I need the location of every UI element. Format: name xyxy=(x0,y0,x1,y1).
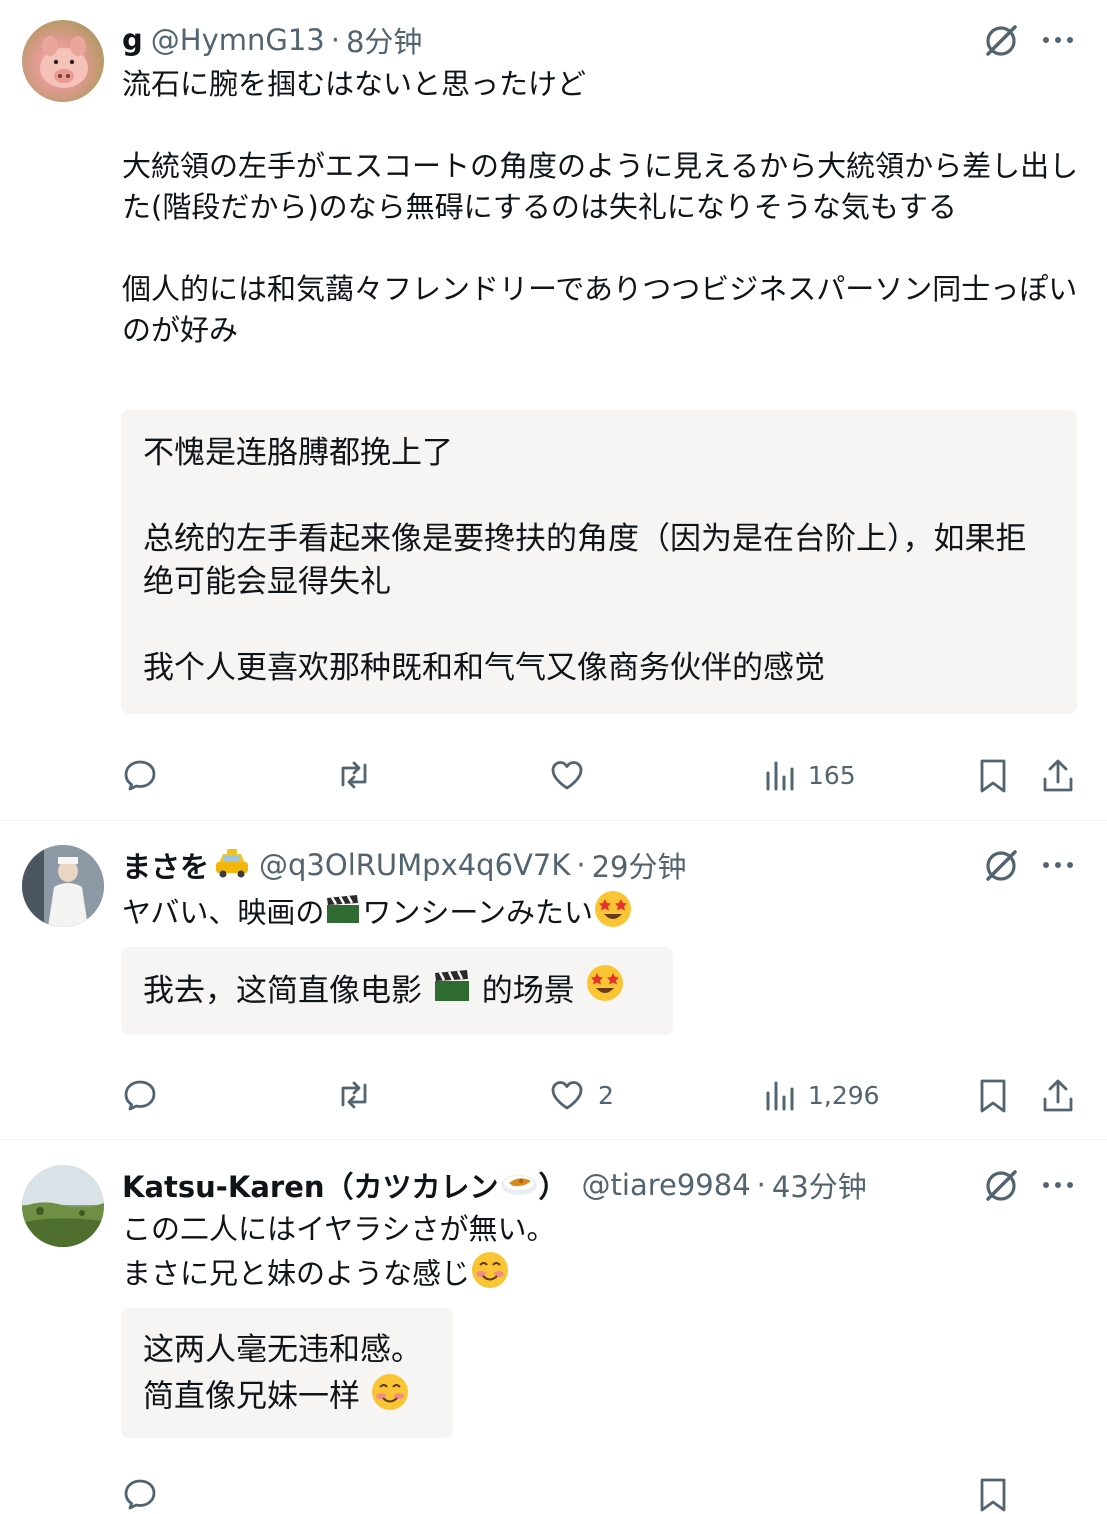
post-text-line-2: まさに兄と妹のような感じ xyxy=(122,1250,1082,1301)
bookmark-button[interactable] xyxy=(976,1476,1010,1514)
post-header: g @HymnG13 · 8分钟 xyxy=(122,20,422,60)
display-name[interactable]: g xyxy=(122,23,143,57)
star-struck-emoji-icon xyxy=(593,889,633,940)
landscape-avatar-image xyxy=(22,1165,104,1247)
like-icon xyxy=(551,761,583,790)
view-count: 165 xyxy=(808,760,856,790)
views-button[interactable]: 1,296 xyxy=(764,1077,880,1113)
user-handle[interactable]: @q3OlRUMpx4q6V7K xyxy=(259,848,570,882)
post-text: ヤバい、映画の ワンシーンみたい xyxy=(122,889,1082,940)
clapper-board-emoji-icon xyxy=(432,949,472,1037)
display-name-end[interactable]: ） xyxy=(539,1164,568,1206)
avatar[interactable] xyxy=(22,845,104,927)
share-icon xyxy=(1043,759,1073,792)
post-text-line: この二人にはイヤラシさが無い。 xyxy=(122,1212,556,1246)
view-count: 1,296 xyxy=(808,1080,880,1110)
clapper-board-emoji-icon xyxy=(324,893,362,936)
bookmark-icon xyxy=(980,1478,1006,1512)
repost-icon xyxy=(341,761,367,789)
display-name[interactable]: Katsu-Karen（カツカレン xyxy=(122,1164,499,1206)
post-header: Katsu-Karen（カツカレン ） @tiare9984 · 43分钟 xyxy=(122,1165,867,1205)
post-3[interactable]: Katsu-Karen（カツカレン ） @tiare9984 · 43分钟 この… xyxy=(0,1140,1107,1512)
translation-box: 我去，这简直像电影 的场景 xyxy=(121,947,673,1035)
share-button[interactable] xyxy=(1040,757,1076,795)
reply-button[interactable] xyxy=(122,1077,158,1113)
reply-icon xyxy=(124,760,156,791)
smiling-face-emoji-icon xyxy=(470,1250,510,1301)
grok-icon[interactable] xyxy=(982,1167,1020,1209)
post-time[interactable]: 29分钟 xyxy=(592,844,687,886)
person-avatar-image xyxy=(22,845,104,927)
post-header: まさを @q3OlRUMpx4q6V7K · 29分钟 xyxy=(122,845,686,885)
star-struck-emoji-icon xyxy=(585,949,625,1037)
post-time[interactable]: 43分钟 xyxy=(772,1164,867,1206)
translation-box: 这两人毫无违和感。 简直像兄妹一样 xyxy=(121,1308,453,1438)
reply-icon xyxy=(124,1080,156,1111)
bookmark-button[interactable] xyxy=(976,1077,1010,1115)
like-button[interactable]: 2 xyxy=(548,1077,614,1113)
like-icon xyxy=(551,1081,583,1110)
views-icon xyxy=(766,1081,794,1111)
repost-button[interactable] xyxy=(334,757,374,793)
translation-text-part: 简直像兄妹一样 xyxy=(143,1378,370,1415)
curry-rice-emoji-icon xyxy=(499,1167,539,1204)
separator-dot: · xyxy=(756,1168,766,1202)
post-text: 流石に腕を掴むはないと思ったけど 大統領の左手がエスコートの角度のように見えるか… xyxy=(122,67,1079,347)
translation-line: 这两人毫无违和感。 xyxy=(143,1332,422,1368)
post-text: この二人にはイヤラシさが無い。 まさに兄と妹のような感じ xyxy=(122,1209,1082,1301)
share-button[interactable] xyxy=(1040,1077,1076,1115)
repost-icon xyxy=(341,1081,367,1109)
views-button[interactable]: 165 xyxy=(764,757,856,793)
separator-dot: · xyxy=(330,23,340,57)
separator-dot: · xyxy=(576,848,586,882)
more-icon[interactable] xyxy=(1040,855,1076,879)
reply-icon xyxy=(124,1479,156,1510)
more-icon[interactable] xyxy=(1040,1175,1076,1199)
display-name[interactable]: まさを xyxy=(122,844,209,886)
translation-text-part: 的场景 xyxy=(471,973,585,1009)
user-handle[interactable]: @tiare9984 xyxy=(582,1168,751,1202)
post-time[interactable]: 8分钟 xyxy=(346,19,422,61)
bookmark-button[interactable] xyxy=(976,757,1010,795)
share-icon xyxy=(1043,1079,1073,1112)
reply-button[interactable] xyxy=(122,1476,158,1512)
avatar[interactable] xyxy=(22,1165,104,1247)
post-text-part: ヤバい、映画の xyxy=(122,895,325,930)
smiling-face-emoji-icon xyxy=(370,1372,410,1424)
more-icon[interactable] xyxy=(1040,30,1076,54)
like-count: 2 xyxy=(598,1080,614,1110)
avatar[interactable] xyxy=(22,20,104,102)
grok-icon[interactable] xyxy=(982,22,1020,64)
post-1[interactable]: g @HymnG13 · 8分钟 流石に腕を掴むはないと思ったけど 大統領の左手… xyxy=(0,0,1107,820)
views-icon xyxy=(766,761,794,791)
post-2[interactable]: まさを @q3OlRUMpx4q6V7K · 29分钟 ヤバい、映画の ワンシーン… xyxy=(0,821,1107,1139)
post-text-part: ワンシーンみたい xyxy=(362,895,593,930)
repost-button[interactable] xyxy=(334,1077,374,1113)
taxi-emoji-icon xyxy=(213,845,251,886)
translation-box: 不愧是连胳膊都挽上了 总统的左手看起来像是要搀扶的角度（因为是在台阶上），如果拒… xyxy=(121,410,1077,714)
pig-avatar-image xyxy=(40,36,88,88)
bookmark-icon xyxy=(980,759,1006,793)
grok-icon[interactable] xyxy=(982,847,1020,889)
translation-text-part: 我去，这简直像电影 xyxy=(143,973,432,1009)
like-button[interactable] xyxy=(548,757,598,793)
user-handle[interactable]: @HymnG13 xyxy=(151,23,325,57)
translation-line-2: 简直像兄妹一样 xyxy=(143,1372,431,1424)
post-text-part: まさに兄と妹のような感じ xyxy=(122,1256,471,1291)
bookmark-icon xyxy=(980,1079,1006,1113)
reply-button[interactable] xyxy=(122,757,158,793)
